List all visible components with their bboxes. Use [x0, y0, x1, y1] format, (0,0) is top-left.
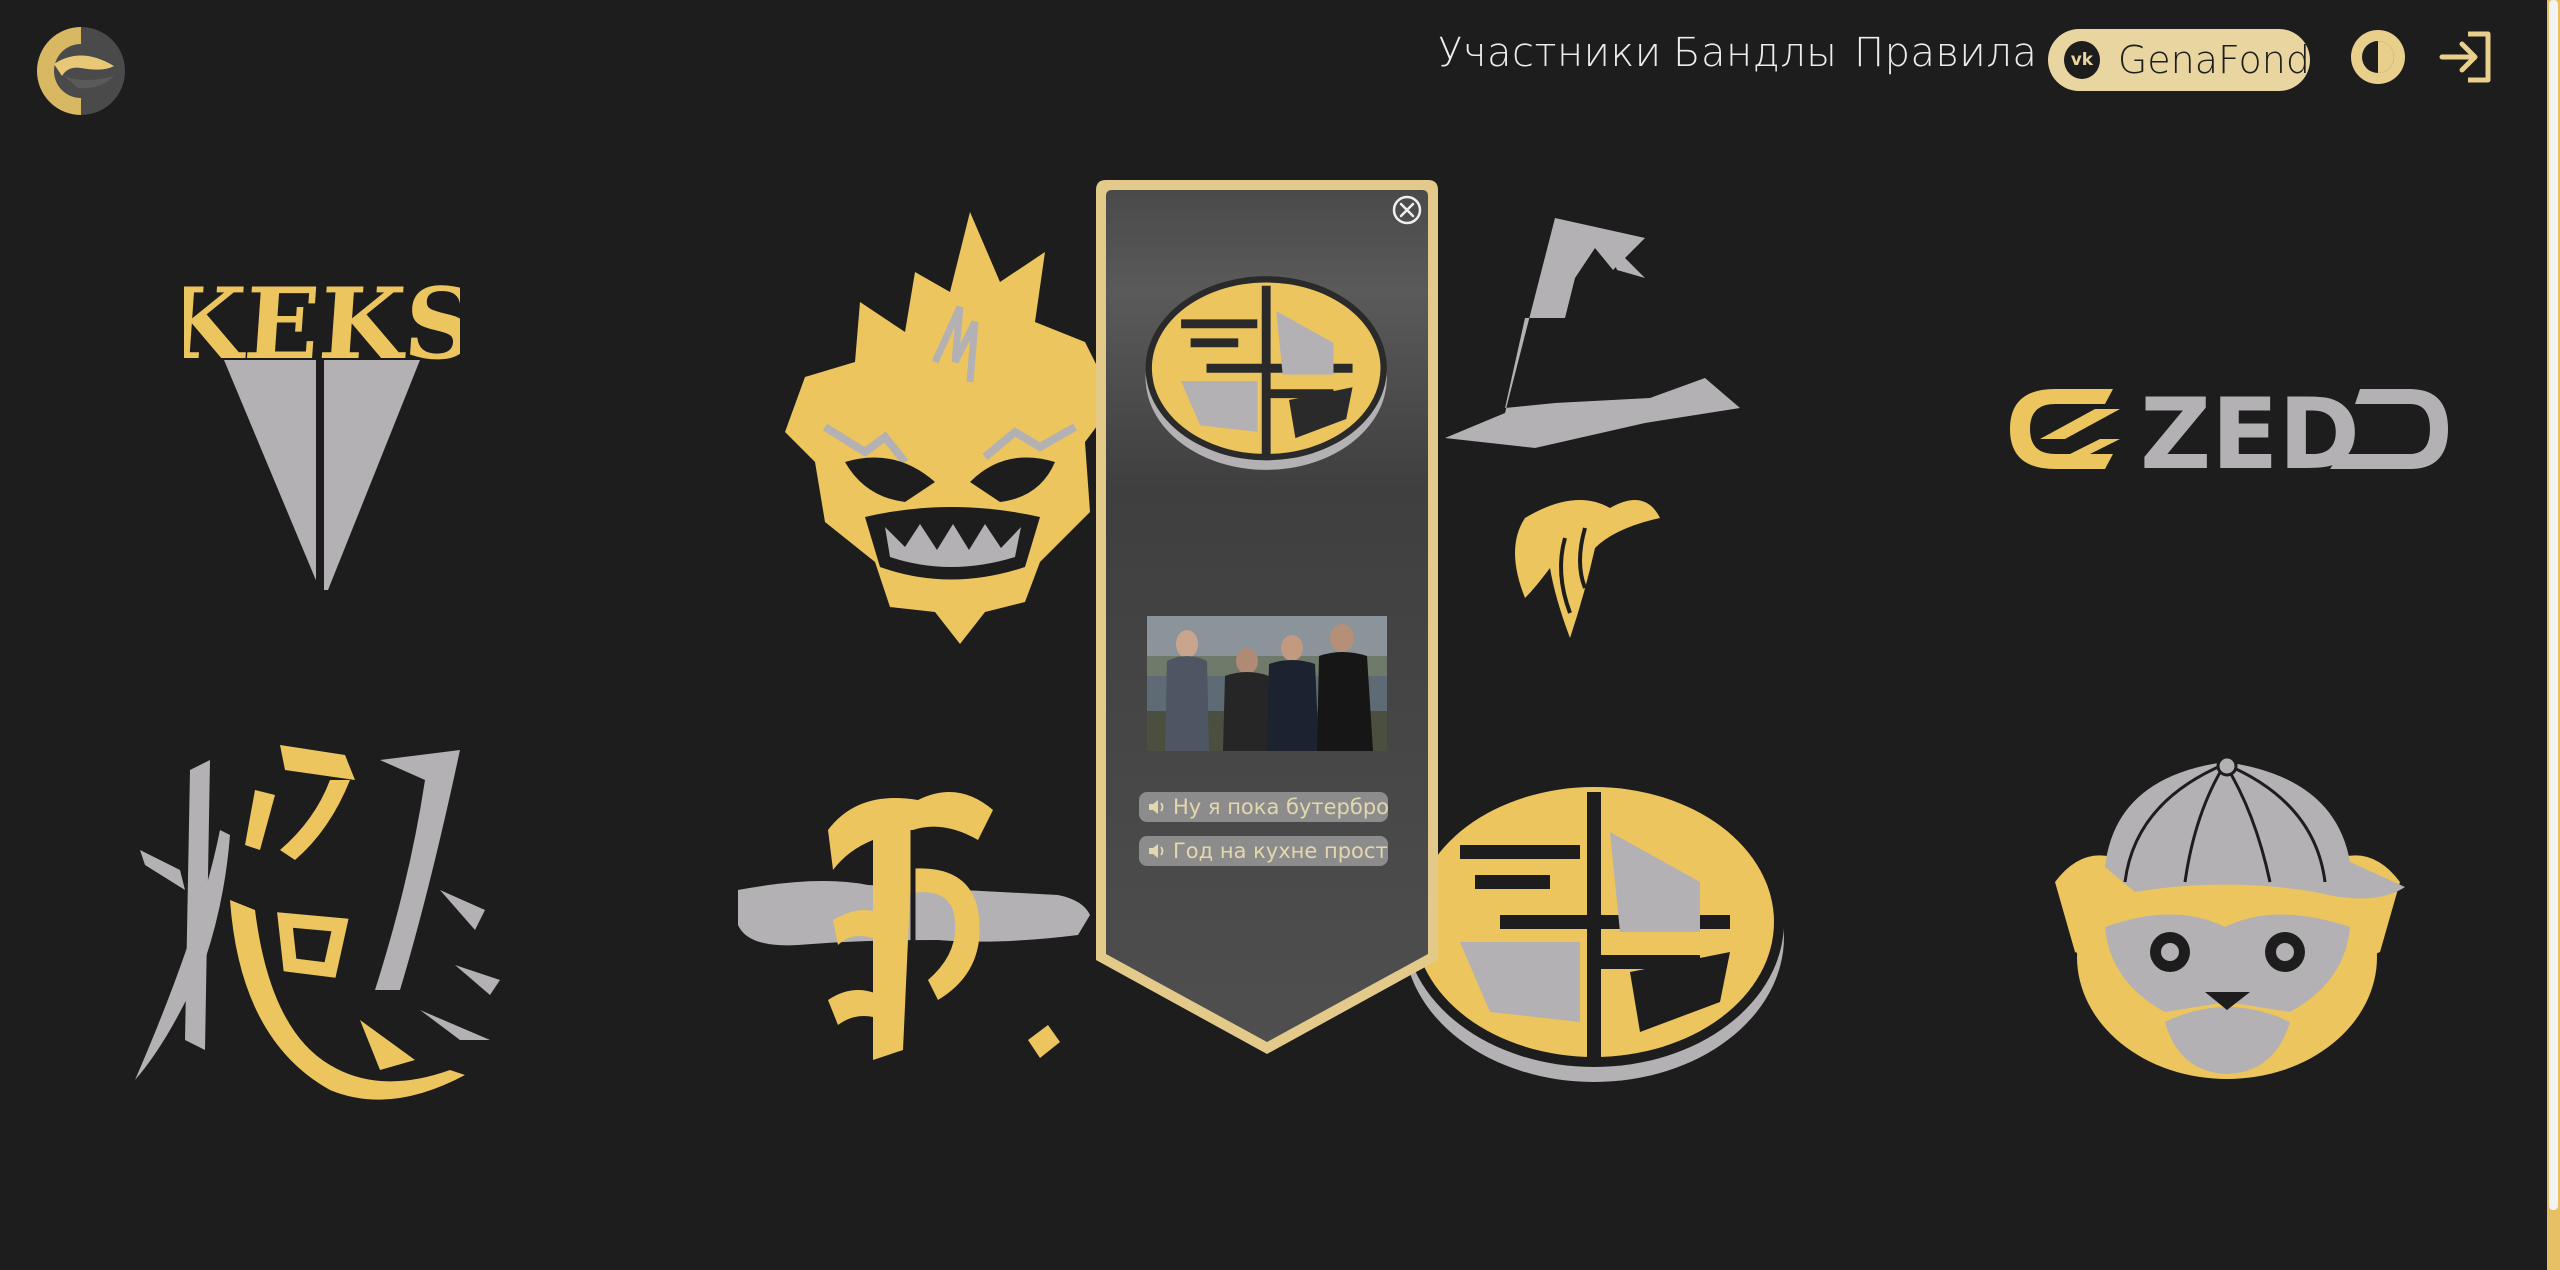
audio-clip-label: Ну я пока бутерброд... [1173, 795, 1388, 819]
pug-logo[interactable] [2045, 752, 2410, 1080]
speaker-icon [1149, 844, 1164, 858]
scrollbar-thumb[interactable] [2549, 0, 2558, 1210]
nav-link-rules[interactable]: Правила [1854, 30, 2037, 76]
blackletter-logo[interactable] [738, 770, 1090, 1070]
vk-login-button[interactable]: vk GenaFond [2048, 29, 2310, 91]
nav-link-bands[interactable]: Бандлы [1673, 30, 1837, 76]
wizard-logo[interactable] [1445, 218, 1740, 638]
ezed-logo-text: ZED [2140, 384, 2360, 474]
keks-logo-text: KEKS [184, 267, 460, 382]
theme-toggle-icon[interactable] [2350, 29, 2406, 85]
nav-link-participants[interactable]: Участники [1438, 30, 1662, 76]
keks-logo[interactable]: KEKS [184, 260, 460, 590]
audio-clip-button[interactable]: Год на кухне просто... [1139, 836, 1388, 866]
audio-clip-label: Год на кухне просто... [1173, 839, 1388, 863]
calligraphy-logo[interactable] [130, 740, 510, 1112]
ezed-logo[interactable]: ZED [2010, 384, 2448, 474]
site-logo-icon[interactable] [34, 24, 128, 118]
eg-emblem-logo[interactable] [1400, 772, 1788, 1084]
close-icon[interactable] [1392, 195, 1422, 225]
audio-clip-button[interactable]: Ну я пока бутерброд... [1139, 792, 1388, 822]
speaker-icon [1149, 800, 1164, 814]
vk-icon: vk [2064, 41, 2100, 79]
login-icon[interactable] [2438, 28, 2494, 86]
monkey-logo[interactable] [785, 212, 1115, 644]
vk-button-label: GenaFond [2117, 38, 2310, 82]
band-photo [1147, 616, 1387, 751]
